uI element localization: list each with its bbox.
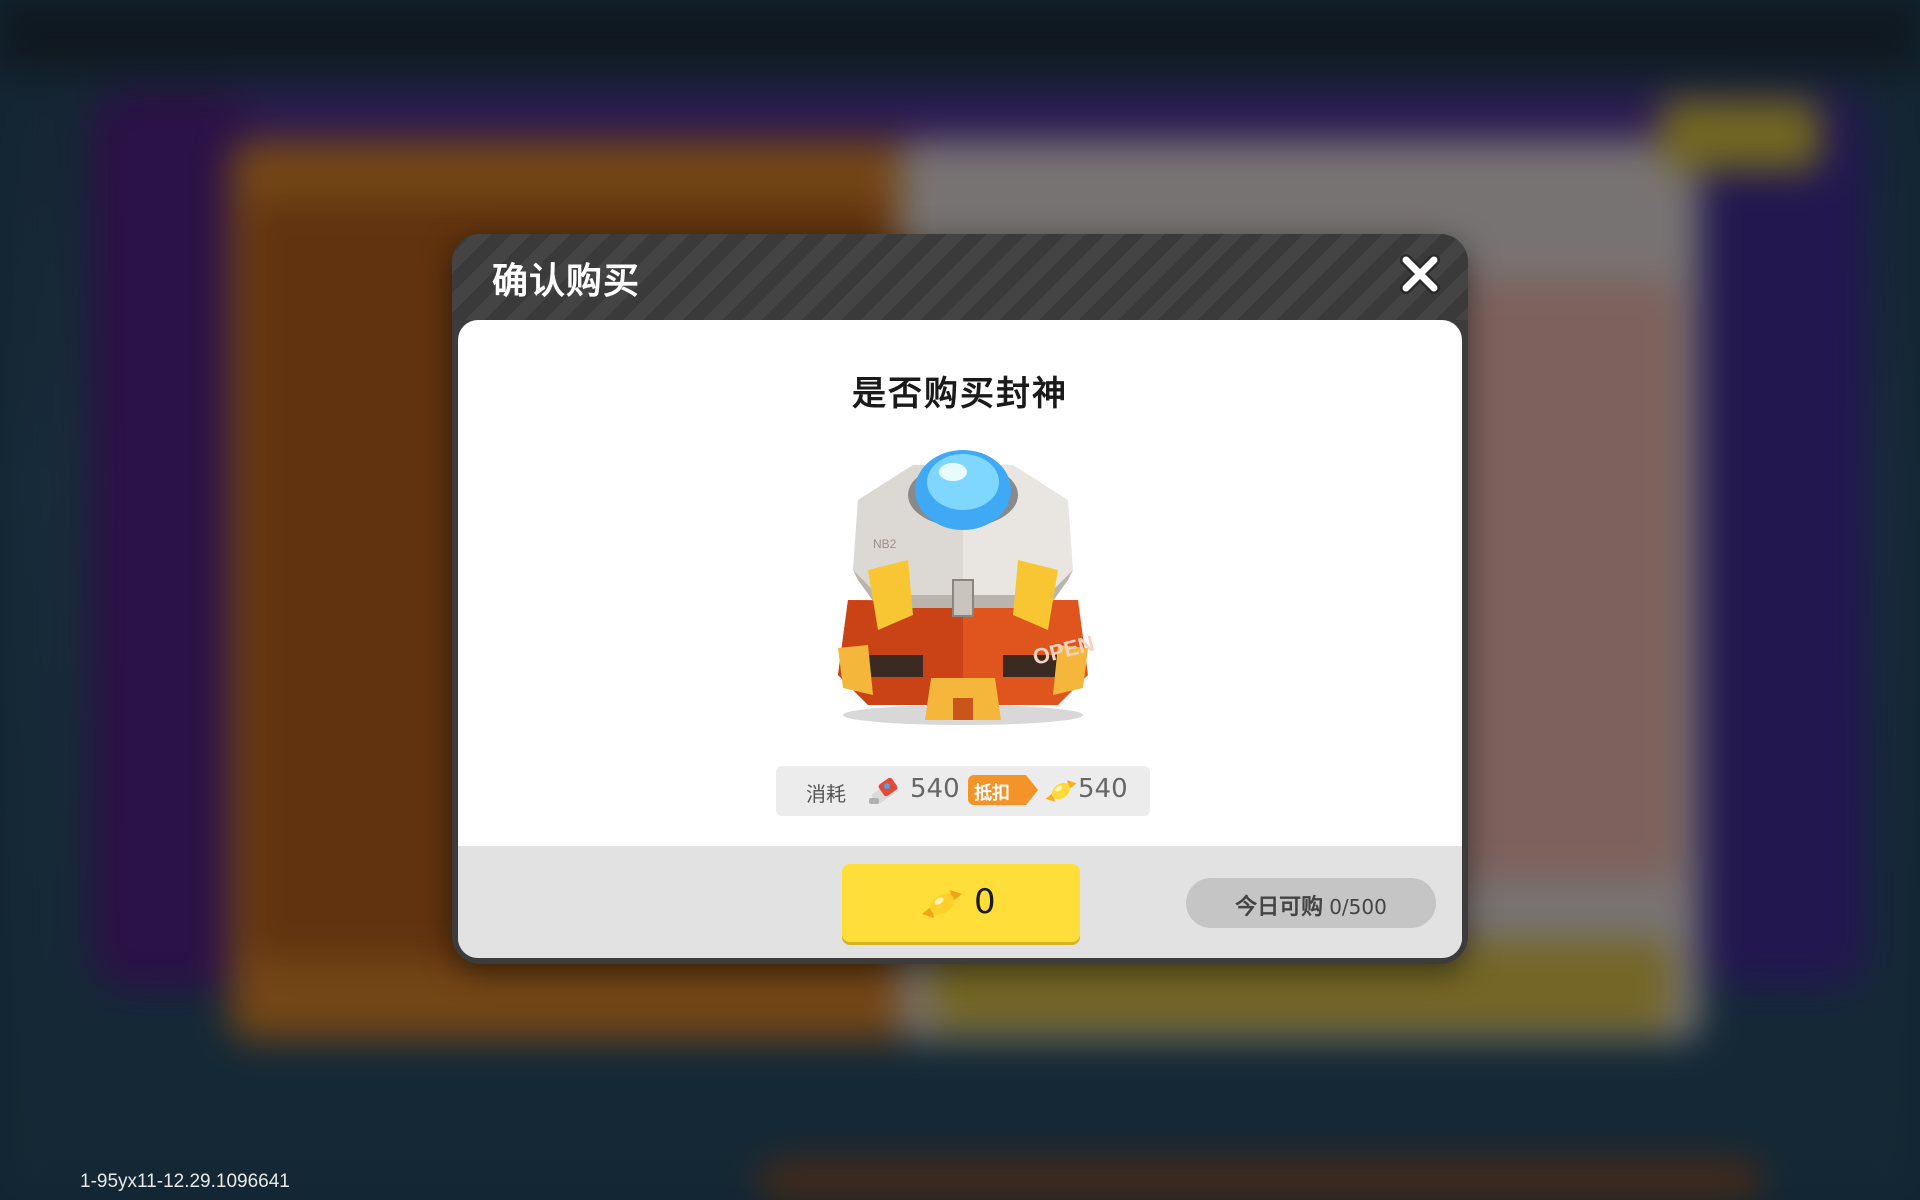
cost-summary: 消耗 540 抵扣 540 [776,766,1150,816]
svg-text:NB2: NB2 [873,537,897,551]
build-id-text: 1-95yx11-12.29.1096641 [80,1171,290,1192]
dialog-title: 确认购买 [492,261,641,302]
candy-icon [922,890,962,918]
dialog-body: 是否购买封神 OPEN NB2 消耗 540 抵扣 540 0 今日可购 0/5… [458,320,1462,958]
candy-icon [1045,780,1077,802]
close-button[interactable] [1396,250,1444,298]
dialog-header: 确认购买 [452,234,1468,320]
confirm-purchase-dialog: 确认购买 是否购买封神 OPEN NB2 消耗 540 抵扣 540 0 今日可… [452,234,1468,964]
ticket-icon [869,777,898,805]
crate-icon: OPEN NB2 [838,450,1097,725]
ticket-cost-value: 540 [910,774,960,804]
purchase-question: 是否购买封神 [852,374,1068,414]
deduct-tag: 抵扣 [968,775,1038,805]
buy-price: 0 [974,882,996,922]
close-icon [1400,254,1440,294]
daily-limit-value: 0/500 [1329,895,1387,919]
buy-button[interactable]: 0 [842,864,1080,942]
dialog-footer: 0 今日可购 0/500 [458,846,1462,958]
daily-limit-label: 今日可购 [1235,895,1324,920]
daily-limit-badge: 今日可购 0/500 [1186,878,1436,928]
cost-label: 消耗 [806,782,846,806]
candy-cost-value: 540 [1078,774,1128,804]
